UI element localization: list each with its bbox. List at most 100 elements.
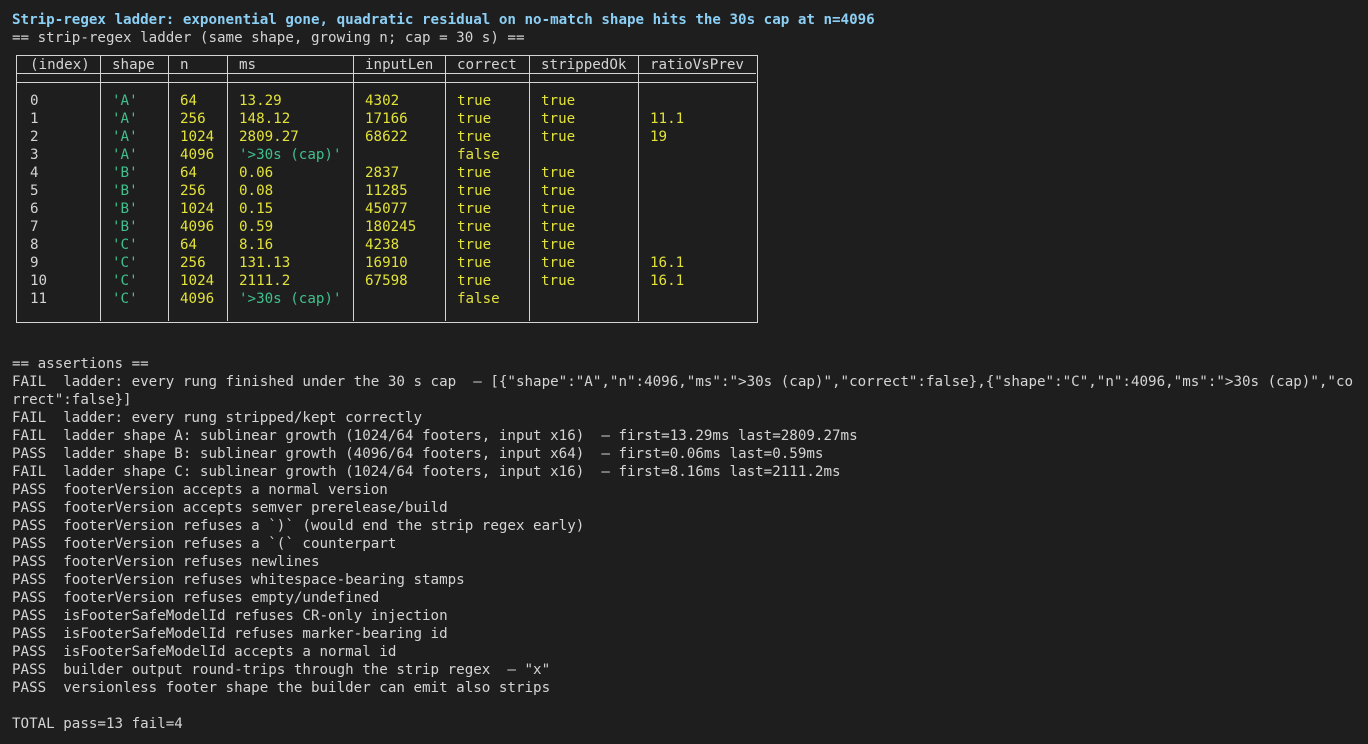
table-header-rule xyxy=(16,82,756,83)
assertions-section-header: == assertions == xyxy=(12,356,149,372)
assertion-line: FAIL ladder shape A: sublinear growth (1… xyxy=(12,428,858,444)
table-cell: '>30s (cap)' xyxy=(239,291,342,307)
table-cell: 256 xyxy=(180,183,206,199)
table-column-divider xyxy=(168,55,169,321)
table-cell: 68622 xyxy=(365,129,408,145)
table-cell: true xyxy=(541,93,576,109)
table-cell: 11285 xyxy=(365,183,408,199)
table-cell: 17166 xyxy=(365,111,408,127)
table-cell: 'C' xyxy=(112,273,138,289)
table-cell: 256 xyxy=(180,111,206,127)
table-cell: 8 xyxy=(30,237,39,253)
table-column-divider xyxy=(100,55,101,321)
table-column-divider xyxy=(638,55,639,321)
table-cell: 19 xyxy=(650,129,668,145)
table-cell: true xyxy=(457,165,492,181)
table-cell: 'A' xyxy=(112,93,138,109)
table-cell: 4238 xyxy=(365,237,400,253)
table-cell: 2809.27 xyxy=(239,129,299,145)
assertion-line: PASS versionless footer shape the builde… xyxy=(12,680,551,696)
table-column-divider xyxy=(353,55,354,321)
table-cell: true xyxy=(541,183,576,199)
table-column-divider xyxy=(445,55,446,321)
table-cell: 'A' xyxy=(112,147,138,163)
assertion-line: PASS isFooterSafeModelId refuses CR-only… xyxy=(12,608,448,624)
table-cell: 16.1 xyxy=(650,255,685,271)
table-cell: true xyxy=(457,273,492,289)
table-cell: 0.08 xyxy=(239,183,274,199)
table-cell: false xyxy=(457,291,500,307)
assertion-line: PASS isFooterSafeModelId refuses marker-… xyxy=(12,626,448,642)
table-cell: '>30s (cap)' xyxy=(239,147,342,163)
table-header-cell: n xyxy=(180,57,189,73)
table-header-cell: inputLen xyxy=(365,57,434,73)
table-cell: true xyxy=(541,237,576,253)
assertion-line: FAIL ladder: every rung stripped/kept co… xyxy=(12,410,422,426)
table-cell: 4 xyxy=(30,165,39,181)
table-cell: 6 xyxy=(30,201,39,217)
table-cell: true xyxy=(541,129,576,145)
table-cell: 4096 xyxy=(180,219,215,235)
report-title: Strip-regex ladder: exponential gone, qu… xyxy=(12,12,875,28)
table-cell: 2837 xyxy=(365,165,400,181)
assertion-line: FAIL ladder shape C: sublinear growth (1… xyxy=(12,464,841,480)
table-cell: false xyxy=(457,147,500,163)
assertion-line: PASS footerVersion refuses a `)` (would … xyxy=(12,518,585,534)
ladder-section-header: == strip-regex ladder (same shape, growi… xyxy=(12,30,525,46)
table-column-divider xyxy=(529,55,530,321)
table-cell: 5 xyxy=(30,183,39,199)
table-cell: 256 xyxy=(180,255,206,271)
table-cell: 0.06 xyxy=(239,165,274,181)
table-header-cell: strippedOk xyxy=(541,57,627,73)
table-cell: 0.15 xyxy=(239,201,274,217)
results-table: (index) shape n ms inputLen correct strippedOk… xyxy=(12,47,1368,337)
assertion-line: PASS isFooterSafeModelId accepts a norma… xyxy=(12,644,397,660)
table-cell: 11 xyxy=(30,291,48,307)
assertion-line: PASS footerVersion refuses newlines xyxy=(12,554,320,570)
table-cell: true xyxy=(541,255,576,271)
table-cell: 7 xyxy=(30,219,39,235)
table-cell: 'C' xyxy=(112,237,138,253)
table-cell: 2 xyxy=(30,129,39,145)
assertion-line: PASS ladder shape B: sublinear growth (4… xyxy=(12,446,824,462)
table-header-cell: ms xyxy=(239,57,257,73)
table-cell: true xyxy=(541,165,576,181)
table-header-cell: (index) xyxy=(30,57,90,73)
total-summary: TOTAL pass=13 fail=4 xyxy=(12,716,183,732)
table-header-cell: shape xyxy=(112,57,155,73)
assertion-line: PASS footerVersion accepts a normal vers… xyxy=(12,482,388,498)
table-cell: 13.29 xyxy=(239,93,282,109)
table-cell: true xyxy=(457,219,492,235)
table-cell: 64 xyxy=(180,165,198,181)
table-cell: 16910 xyxy=(365,255,408,271)
table-cell: 1024 xyxy=(180,129,215,145)
assertion-line: PASS footerVersion refuses whitespace-be… xyxy=(12,572,465,588)
table-cell: true xyxy=(541,111,576,127)
table-cell: 3 xyxy=(30,147,39,163)
table-cell: 45077 xyxy=(365,201,408,217)
table-cell: 4096 xyxy=(180,291,215,307)
assertion-line: PASS footerVersion accepts semver prerel… xyxy=(12,500,448,516)
table-cell: 'C' xyxy=(112,291,138,307)
table-cell: true xyxy=(457,201,492,217)
table-cell: 'A' xyxy=(112,111,138,127)
table-header-cell: correct xyxy=(457,57,517,73)
table-cell: 9 xyxy=(30,255,39,271)
terminal-output: Strip-regex ladder: exponential gone, qu… xyxy=(12,11,1368,733)
table-cell: 10 xyxy=(30,273,48,289)
table-cell: true xyxy=(541,201,576,217)
table-cell: true xyxy=(457,237,492,253)
assertion-line: FAIL ladder: every rung finished under t… xyxy=(12,374,1354,408)
table-cell: 8.16 xyxy=(239,237,274,253)
table-cell: 4096 xyxy=(180,147,215,163)
table-cell: true xyxy=(541,273,576,289)
assertion-line: PASS footerVersion refuses a `(` counter… xyxy=(12,536,397,552)
table-cell: true xyxy=(541,219,576,235)
table-cell: 'B' xyxy=(112,165,138,181)
table-cell: 'B' xyxy=(112,183,138,199)
table-cell: 67598 xyxy=(365,273,408,289)
table-cell: 1 xyxy=(30,111,39,127)
assertion-line: PASS builder output round-trips through … xyxy=(12,662,551,678)
table-cell: true xyxy=(457,255,492,271)
table-cell: 'C' xyxy=(112,255,138,271)
